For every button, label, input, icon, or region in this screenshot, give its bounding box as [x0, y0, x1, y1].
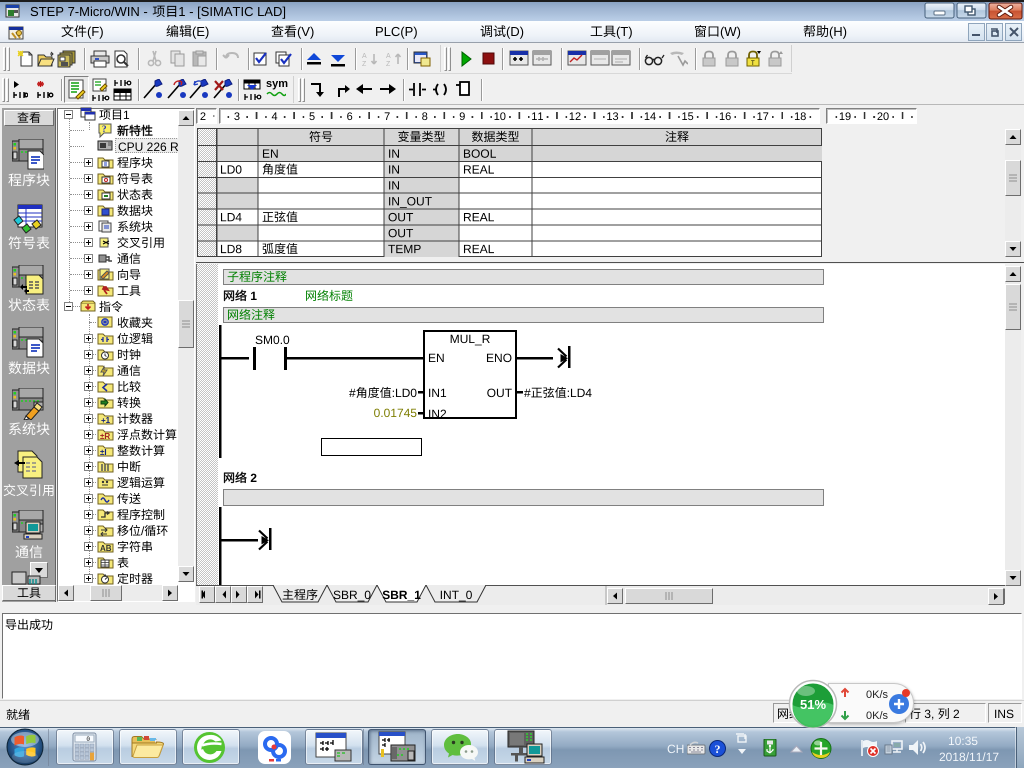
svg-text:Z: Z: [362, 61, 367, 67]
svg-text:A: A: [386, 53, 391, 60]
svg-text:?: ?: [102, 124, 107, 134]
svg-text:A: A: [362, 53, 367, 60]
svg-text:T: T: [751, 61, 755, 67]
svg-text:AB: AB: [100, 544, 112, 553]
svg-text:0: 0: [86, 736, 90, 743]
svg-text:±R: ±R: [100, 432, 110, 441]
svg-text:?: ?: [715, 742, 721, 756]
svg-text:Z: Z: [386, 61, 391, 67]
svg-text:±I: ±I: [100, 448, 107, 457]
svg-text:0K/s: 0K/s: [866, 710, 889, 722]
svg-text:51%: 51%: [800, 697, 826, 712]
svg-text:+1: +1: [101, 416, 111, 425]
svg-text:0K/s: 0K/s: [866, 689, 889, 701]
